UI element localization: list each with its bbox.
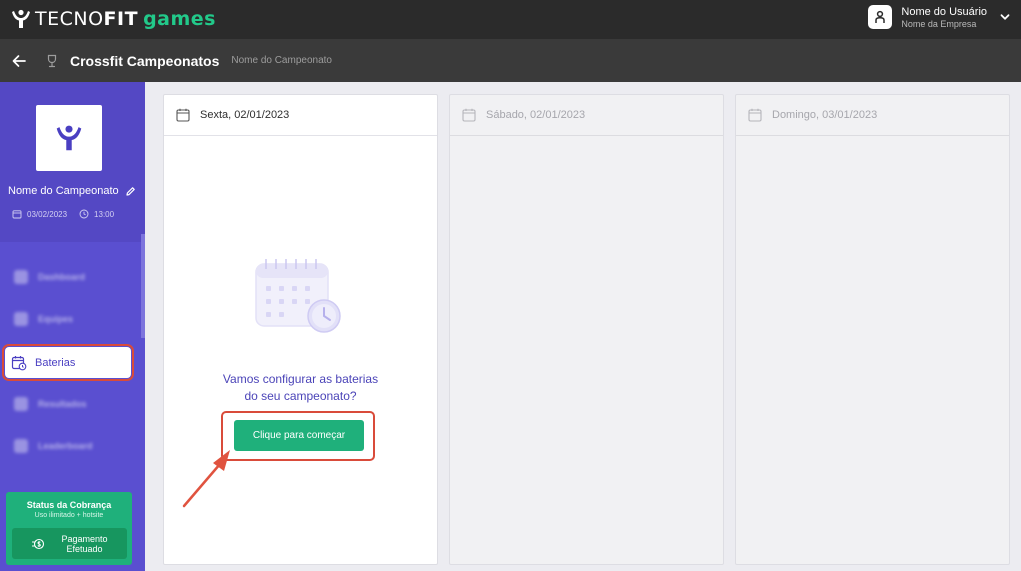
user-menu[interactable]: Nome do Usuário Nome da Empresa — [868, 5, 1011, 29]
day-column-header: Sábado, 02/01/2023 — [450, 95, 723, 136]
calendar-icon — [12, 210, 22, 219]
payment-status-label-2: Efetuado — [66, 543, 103, 554]
championship-name-label: Nome do Campeonato — [8, 185, 119, 197]
championship-header: Nome do Campeonato 03/02/2023 13:00 — [0, 82, 145, 242]
results-icon — [14, 397, 28, 411]
app-logo[interactable]: TECNOFIT games — [10, 8, 216, 30]
breadcrumb-title[interactable]: Crossfit Campeonatos — [70, 53, 219, 69]
sidebar-item-label: Equipes — [38, 314, 74, 324]
user-company: Nome da Empresa — [901, 18, 977, 29]
championship-date-time: 03/02/2023 13:00 — [12, 209, 114, 219]
empty-state-line-1: Vamos configurar as baterias — [222, 372, 379, 386]
top-bar: TECNOFIT games Nome do Usuário Nome da Em… — [0, 0, 1021, 39]
calendar-icon — [176, 108, 190, 122]
start-configuration-button[interactable]: Clique para começar — [234, 420, 364, 451]
user-name: Nome do Usuário — [901, 5, 987, 18]
dashboard-icon — [14, 270, 28, 284]
day-column-sabado: Sábado, 02/01/2023 — [449, 94, 724, 565]
day-column-domingo: Domingo, 03/01/2023 — [735, 94, 1010, 565]
sidebar-item-dashboard[interactable]: Dashboard — [8, 263, 128, 291]
calendar-icon — [462, 108, 476, 122]
teams-icon — [14, 312, 28, 326]
logo-text: TECNOFIT games — [35, 8, 216, 30]
sidebar-item-label: Dashboard — [38, 272, 86, 282]
sidebar-item-equipes[interactable]: Equipes — [8, 305, 128, 333]
day-column-header: Domingo, 03/01/2023 — [736, 95, 1009, 136]
championship-logo — [36, 105, 102, 171]
start-button-highlight: Clique para começar — [221, 411, 375, 461]
calendar-clock-icon — [11, 355, 27, 370]
day-column-date: Sexta, 02/01/2023 — [200, 109, 290, 121]
sidebar: Nome do Campeonato 03/02/2023 13:00 Dash… — [0, 82, 145, 571]
chevron-down-icon[interactable] — [999, 11, 1011, 23]
avatar[interactable] — [868, 5, 893, 29]
championship-time: 13:00 — [94, 209, 115, 219]
calendar-icon — [748, 108, 762, 122]
sidebar-item-label: Baterias — [35, 356, 76, 369]
sidebar-item-label: Leaderboard — [38, 441, 93, 451]
leaderboard-icon — [14, 439, 28, 453]
payment-status-label-1: Pagamento — [61, 533, 108, 544]
payment-status-button[interactable]: Pagamento Efetuado — [12, 528, 127, 559]
championship-name: Nome do Campeonato — [8, 185, 136, 197]
user-icon — [875, 10, 886, 23]
day-column-date: Domingo, 03/01/2023 — [772, 109, 878, 121]
empty-state-line-2: do seu campeonato? — [244, 389, 357, 403]
pencil-icon[interactable] — [125, 186, 136, 197]
billing-subtitle: Uso ilimitado + hotsite — [34, 512, 104, 519]
championship-date: 03/02/2023 — [27, 209, 68, 219]
day-column-header: Sexta, 02/01/2023 — [164, 95, 437, 136]
calendar-clock-illustration-icon — [255, 259, 341, 333]
breadcrumb: Crossfit Campeonatos Nome do Campeonato — [0, 39, 1021, 82]
clock-icon — [79, 209, 89, 219]
sidebar-scrollbar[interactable] — [141, 234, 145, 338]
sidebar-item-label: Resultados — [38, 399, 87, 409]
sidebar-item-leaderboard[interactable]: Leaderboard — [8, 432, 128, 460]
billing-status-card: Status da Cobrança Uso ilimitado + hotsi… — [6, 492, 132, 565]
sidebar-item-resultados[interactable]: Resultados — [8, 390, 128, 418]
billing-title: Status da Cobrança — [26, 500, 112, 510]
tecnofit-logo-icon — [12, 9, 30, 28]
annotation-arrow-icon — [182, 450, 230, 508]
day-column-date: Sábado, 02/01/2023 — [486, 109, 586, 121]
breadcrumb-subtitle: Nome do Campeonato — [231, 55, 332, 66]
back-arrow-icon[interactable] — [11, 53, 27, 69]
empty-state-message: Vamos configurar as baterias do seu camp… — [164, 371, 437, 405]
sidebar-item-baterias[interactable]: Baterias — [2, 344, 134, 381]
money-icon — [32, 538, 45, 549]
trophy-icon — [47, 54, 57, 67]
tecnofit-logo-icon — [56, 125, 82, 151]
